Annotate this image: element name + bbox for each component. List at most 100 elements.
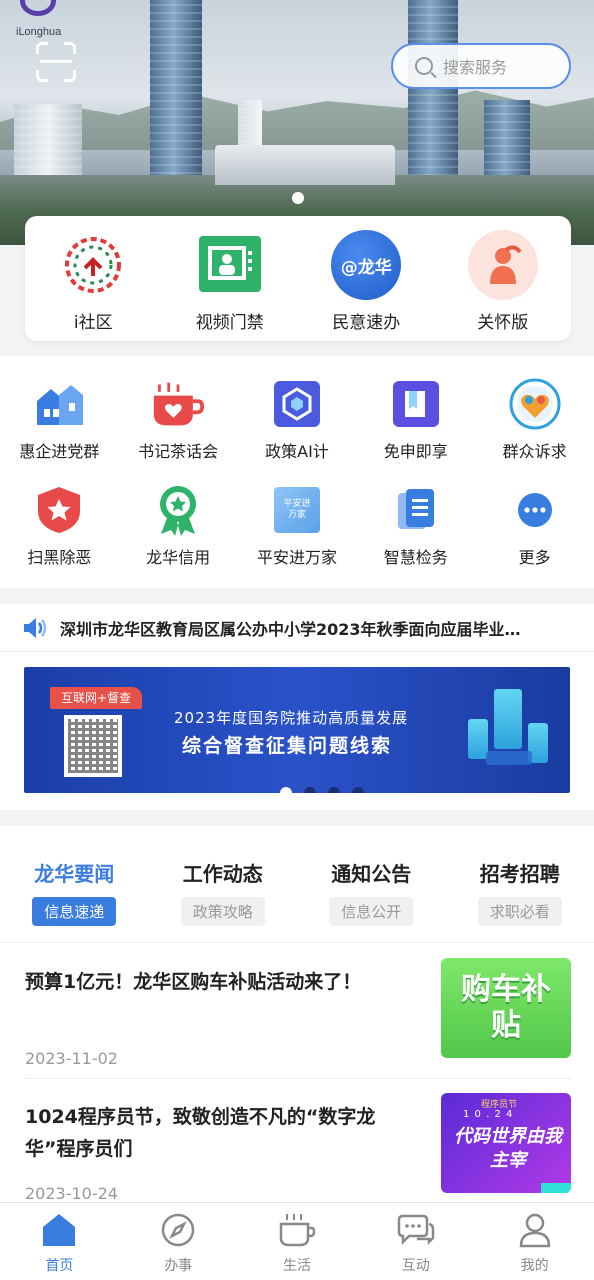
news-title: 预算1亿元！龙华区购车补贴活动来了！ — [25, 971, 362, 993]
nav-label: 办事 — [164, 1258, 193, 1274]
quick-item-elder-care[interactable]: 关怀版 — [443, 230, 563, 341]
user-icon — [516, 1211, 554, 1249]
nav-label: 我的 — [520, 1258, 549, 1274]
service-policy-ai[interactable]: 政策AI计 — [242, 378, 352, 462]
news-date: 2023-11-02 — [25, 1049, 118, 1068]
news-thumbnail: 程序员节 1 0 . 2 4 代码世界由我主宰 — [441, 1093, 571, 1193]
pagination-dot[interactable] — [328, 787, 340, 793]
service-longhua-credit[interactable]: 龙华信用 — [123, 484, 233, 568]
tab-recruitment[interactable]: 招考招聘 求职必看 — [455, 858, 585, 926]
elder-care-icon — [467, 230, 538, 300]
service-grid: 惠企进党群 书记茶话会 政策AI计 免申即享 群众诉求 扫黑除恶 龙华信用 平安… — [0, 356, 594, 588]
banner-line2: 综合督查征集问题线索 — [182, 735, 393, 757]
tab-work-updates[interactable]: 工作动态 政策攻略 — [158, 858, 288, 926]
pagination-dot[interactable] — [280, 787, 292, 793]
service-label: 群众诉求 — [502, 442, 567, 461]
service-label: 更多 — [518, 548, 551, 567]
news-item[interactable]: 预算1亿元！龙华区购车补贴活动来了！ 2023-11-02 购车补贴 — [25, 958, 571, 1068]
logo-text: iLonghua — [16, 26, 62, 38]
news-date: 2023-10-24 — [25, 1184, 118, 1203]
speaker-icon — [24, 617, 47, 638]
nav-label: 生活 — [282, 1258, 311, 1274]
tab-sublabel: 求职必看 — [477, 897, 562, 926]
station-building — [215, 145, 395, 185]
scan-button[interactable] — [36, 42, 76, 82]
nav-profile[interactable]: 我的 — [490, 1203, 580, 1280]
safety-home-icon-text: 平安进万家 — [283, 499, 311, 520]
divider — [0, 942, 594, 943]
app-logo: iLonghua — [16, 0, 66, 42]
bottom-nav: 首页 办事 生活 互动 我的 — [0, 1202, 594, 1280]
news-thumbnail: 购车补贴 — [441, 958, 571, 1058]
thumb-text: 代码世界由我主宰 — [454, 1126, 562, 1171]
tab-notices[interactable]: 通知公告 信息公开 — [306, 858, 436, 926]
carousel-indicator — [292, 192, 304, 204]
quick-item-label: i社区 — [73, 313, 113, 333]
thumb-accent — [541, 1183, 571, 1193]
policy-ai-icon — [271, 378, 323, 430]
more-icon — [509, 484, 561, 536]
hero-banner[interactable]: iLonghua 搜索服务 — [0, 0, 594, 245]
service-label: 智慧检务 — [383, 548, 448, 567]
service-auto-benefit[interactable]: 免申即享 — [361, 378, 471, 462]
service-smart-procuratorate[interactable]: 智慧检务 — [361, 484, 471, 568]
service-row: 扫黑除恶 龙华信用 平安进万家 平安进万家 智慧检务 更多 — [0, 484, 594, 568]
nav-label: 首页 — [45, 1258, 74, 1274]
tab-longhua-news[interactable]: 龙华要闻 信息速递 — [9, 858, 139, 926]
news-title: 1024程序员节，致敬创造不凡的“数字龙华”程序员们 — [25, 1106, 376, 1160]
tab-label: 通知公告 — [331, 862, 412, 886]
longhua-mention-icon: @龙华 — [331, 230, 402, 300]
quick-item-public-opinion[interactable]: @龙华 民意速办 — [306, 230, 426, 341]
credit-medal-icon — [152, 484, 204, 536]
nav-home[interactable]: 首页 — [14, 1203, 104, 1280]
tab-sublabel: 政策攻略 — [180, 897, 265, 926]
tab-sublabel: 信息速递 — [32, 897, 117, 926]
chat-bubbles-icon — [397, 1211, 435, 1249]
quick-item-label: 民意速办 — [332, 313, 401, 333]
thumb-digits: 1 0 . 2 4 — [463, 1109, 514, 1120]
service-row: 惠企进党群 书记茶话会 政策AI计 免申即享 群众诉求 — [0, 378, 594, 462]
quick-item-label: 视频门禁 — [195, 313, 264, 333]
search-bar[interactable]: 搜索服务 — [391, 43, 571, 89]
service-more[interactable]: 更多 — [480, 484, 590, 568]
service-label: 惠企进党群 — [19, 442, 100, 461]
nav-interaction[interactable]: 互动 — [371, 1203, 461, 1280]
nav-services[interactable]: 办事 — [133, 1203, 223, 1280]
compass-icon — [159, 1211, 197, 1249]
service-label: 政策AI计 — [265, 442, 329, 461]
service-label: 龙华信用 — [146, 548, 211, 567]
service-label: 书记茶话会 — [138, 442, 219, 461]
mention-icon-text: @龙华 — [340, 257, 392, 278]
news-tabs: 龙华要闻 信息速递 工作动态 政策攻略 通知公告 信息公开 招考招聘 求职必看 — [0, 858, 594, 926]
notice-bar[interactable]: 深圳市龙华区教育局区属公办中小学2023年秋季面向应届毕业… — [0, 604, 594, 652]
service-public-appeal[interactable]: 群众诉求 — [480, 378, 590, 462]
service-anti-crime[interactable]: 扫黑除恶 — [4, 484, 114, 568]
pagination-dot[interactable] — [304, 787, 316, 793]
tab-sublabel: 信息公开 — [329, 897, 414, 926]
house-flag-icon — [33, 378, 85, 430]
heart-badge-icon — [509, 378, 561, 430]
service-secretary-tea[interactable]: 书记茶话会 — [123, 378, 233, 462]
news-item[interactable]: 1024程序员节，致敬创造不凡的“数字龙华”程序员们 2023-10-24 程序… — [25, 1093, 571, 1203]
service-safe-home[interactable]: 平安进万家 平安进万家 — [242, 484, 352, 568]
banner-line1: 2023年度国务院推动高质量发展 — [174, 709, 409, 727]
promo-section: 互联网+督查 2023年度国务院推动高质量发展 综合督查征集问题线索 — [0, 652, 594, 810]
quick-item-video-access[interactable]: 视频门禁 — [170, 230, 290, 341]
pagination-dot[interactable] — [352, 787, 364, 793]
document-icon — [390, 484, 442, 536]
banner-tag: 互联网+督查 — [50, 687, 142, 709]
home-icon — [40, 1211, 78, 1249]
thumb-text: 购车补贴 — [461, 972, 551, 1043]
tab-label: 工作动态 — [182, 862, 263, 886]
coffee-cup-icon — [278, 1211, 316, 1249]
skyscraper — [408, 0, 458, 200]
promo-banner[interactable]: 互联网+督查 2023年度国务院推动高质量发展 综合督查征集问题线索 — [24, 667, 570, 793]
nav-life[interactable]: 生活 — [252, 1203, 342, 1280]
divider — [25, 1078, 571, 1079]
quick-item-community[interactable]: i社区 — [33, 230, 153, 341]
skyscraper — [150, 0, 202, 190]
news-section: 龙华要闻 信息速递 工作动态 政策攻略 通知公告 信息公开 招考招聘 求职必看 … — [0, 826, 594, 1206]
community-emblem-icon — [58, 230, 128, 300]
tab-label: 招考招聘 — [479, 862, 560, 886]
service-enterprise-party[interactable]: 惠企进党群 — [4, 378, 114, 462]
